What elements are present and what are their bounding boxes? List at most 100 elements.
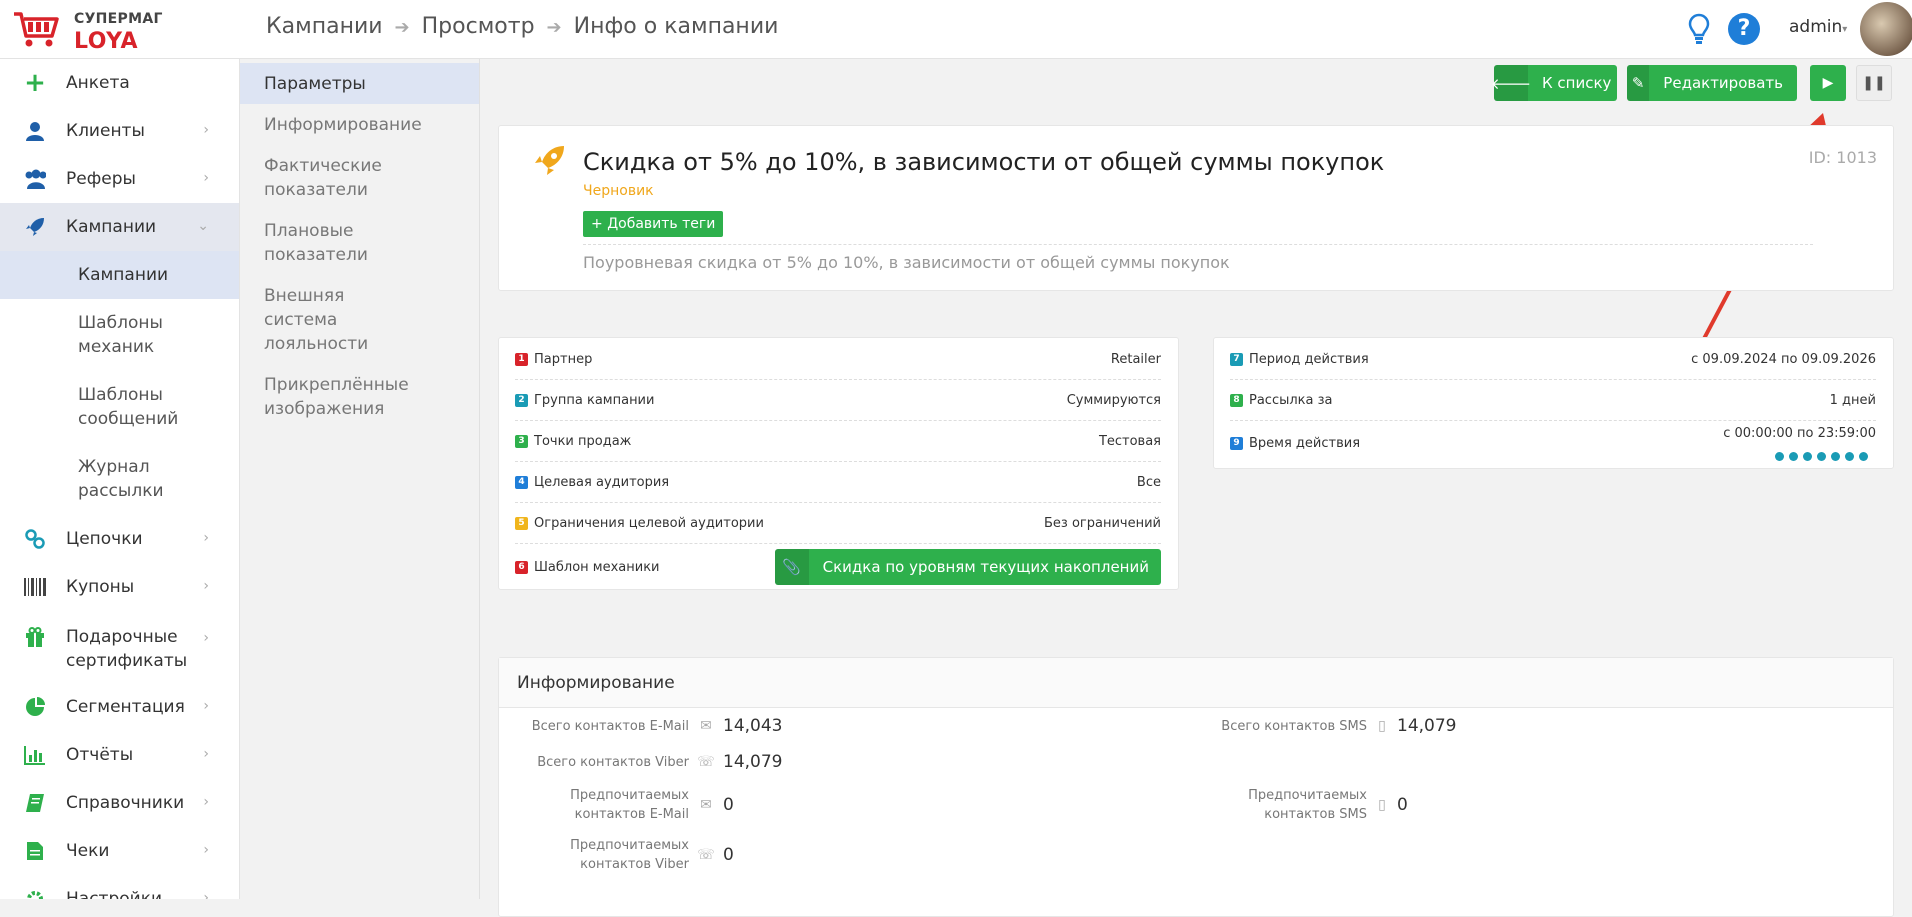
user-name: admin: [1789, 17, 1843, 37]
sidebar-item-label: Сегментация: [66, 697, 185, 717]
envelope-icon: ✉: [700, 718, 712, 734]
number-badge: 4: [515, 475, 528, 489]
contact-row: Предпочитаемых контактов SMS ▯ 0: [1248, 788, 1408, 822]
logo[interactable]: СУПЕРМАГ LOYA: [12, 8, 232, 54]
book-icon: [24, 792, 46, 814]
sidebar-item-coupons[interactable]: Купоны ›: [0, 563, 239, 611]
number-badge: 7: [1230, 352, 1243, 366]
cart-logo-icon: [14, 12, 59, 47]
breadcrumb-item[interactable]: Кампании: [266, 14, 383, 39]
chevron-down-icon: ⌄: [197, 218, 209, 234]
chevron-right-icon: ›: [203, 698, 209, 714]
rocket-icon: [24, 216, 46, 238]
sidebar-item-directories[interactable]: Справочники ›: [0, 779, 239, 827]
chevron-right-icon: ›: [203, 842, 209, 858]
user-menu[interactable]: admin▾: [1789, 17, 1847, 37]
sidebar-item-settings[interactable]: Настройки ›: [0, 875, 239, 899]
contact-row: Всего контактов Viber ☏ 14,079: [537, 752, 783, 772]
barcode-icon: [24, 576, 46, 598]
chevron-right-icon: ›: [203, 890, 209, 899]
number-badge: 5: [515, 516, 528, 530]
paperclip-icon: 📎: [774, 549, 809, 585]
avatar[interactable]: [1860, 2, 1912, 56]
contact-row: Предпочитаемых контактов E-Mail ✉ 0: [570, 788, 734, 822]
caret-down-icon: ▾: [1842, 24, 1848, 35]
chevron-right-icon: ›: [203, 122, 209, 138]
subnav-informing[interactable]: Информирование: [240, 104, 479, 145]
brand-line2: LOYA: [74, 29, 139, 54]
sidebar-item-label: Справочники: [66, 793, 185, 813]
sidebar-item-referrers[interactable]: Реферы ›: [0, 155, 239, 203]
sidebar-item-gift-certificates[interactable]: Подарочные сертификаты ›: [0, 611, 239, 683]
sidebar-subitem-mailing-log[interactable]: Журнал рассылки: [0, 443, 170, 515]
parameters-panel-left: 1 Партнер Retailer 2 Группа кампании Суммиру…: [498, 337, 1179, 590]
subnav-planned-indicators[interactable]: Плановые показатели: [240, 210, 479, 275]
main-content: 🡐 К списку ✎ Редактировать ▶ ❚❚ Скидка от …: [481, 59, 1912, 917]
sidebar-item-label: Купоны: [66, 577, 135, 597]
sidebar-item-chains[interactable]: Цепочки ›: [0, 515, 239, 563]
campaign-subnav: Параметры Информирование Фактические пок…: [240, 59, 480, 899]
sidebar-item-segmentation[interactable]: Сегментация ›: [0, 683, 239, 731]
envelope-icon: ✉: [700, 797, 712, 813]
chevron-right-icon: ›: [203, 630, 209, 646]
mechanic-template-button[interactable]: 📎 Скидка по уровням текущих накоплений: [774, 549, 1161, 585]
arrow-right-icon: ➔: [546, 17, 562, 38]
status-badge: Черновик: [583, 183, 654, 199]
informing-panel: Информирование Всего контактов E-Mail ✉ 14…: [498, 657, 1894, 917]
param-row: 8 Рассылка за 1 дней: [1230, 380, 1876, 421]
subnav-actual-indicators[interactable]: Фактические показатели: [240, 145, 390, 210]
viber-icon: ☏: [697, 847, 715, 863]
sidebar-item-receipts[interactable]: Чеки ›: [0, 827, 239, 875]
number-badge: 1: [515, 352, 528, 366]
sidebar-item-label: Реферы: [66, 169, 136, 189]
number-badge: 9: [1230, 436, 1243, 450]
breadcrumb: Кампании ➔ Просмотр ➔ Инфо о кампании: [266, 14, 778, 39]
gear-icon: [24, 888, 46, 899]
sidebar-item-clients[interactable]: Клиенты ›: [0, 107, 239, 155]
sidebar-subitem-campaigns[interactable]: Кампании: [0, 251, 239, 299]
edit-button[interactable]: ✎ Редактировать: [1627, 65, 1797, 101]
breadcrumb-item[interactable]: Просмотр: [422, 14, 535, 39]
contact-row: Всего контактов SMS ▯ 14,079: [1221, 716, 1457, 736]
sidebar-subitem-message-templates[interactable]: Шаблоны сообщений: [0, 371, 190, 443]
chevron-right-icon: ›: [203, 578, 209, 594]
sidebar-subitem-mechanic-templates[interactable]: Шаблоны механик: [0, 299, 190, 371]
receipt-icon: [24, 840, 46, 862]
campaign-header-panel: Скидка от 5% до 10%, в зависимости от об…: [498, 125, 1894, 291]
play-icon: ▶: [1822, 75, 1834, 91]
sidebar-item-label: Клиенты: [66, 121, 145, 141]
number-badge: 8: [1230, 393, 1243, 407]
param-row: 7 Период действия с 09.09.2024 по 09.09.20…: [1230, 339, 1876, 380]
start-button[interactable]: ▶: [1810, 65, 1846, 101]
number-badge: 2: [515, 393, 528, 407]
lightbulb-icon[interactable]: [1688, 13, 1710, 45]
top-bar: СУПЕРМАГ LOYA Кампании ➔ Просмотр ➔ Инфо о к…: [0, 0, 1912, 59]
pause-button[interactable]: ❚❚: [1856, 65, 1892, 101]
sidebar-item-reports[interactable]: Отчёты ›: [0, 731, 239, 779]
plus-icon: +: [591, 216, 608, 232]
pencil-icon: ✎: [1627, 65, 1650, 101]
param-row: 3 Точки продаж Тестовая: [515, 421, 1161, 462]
chevron-right-icon: ›: [203, 794, 209, 810]
param-row: 4 Целевая аудитория Все: [515, 462, 1161, 503]
sidebar-item-label: Анкета: [66, 73, 130, 93]
link-icon: [24, 528, 46, 550]
campaign-title: Скидка от 5% до 10%, в зависимости от об…: [583, 148, 1385, 176]
chevron-right-icon: ›: [203, 746, 209, 762]
sidebar-item-label: Подарочные сертификаты: [66, 627, 188, 671]
param-row: 1 Партнер Retailer: [515, 339, 1161, 380]
help-icon[interactable]: ?: [1728, 13, 1760, 45]
viber-icon: ☏: [697, 754, 715, 770]
back-to-list-button[interactable]: 🡐 К списку: [1491, 65, 1617, 101]
subnav-external-loyalty[interactable]: Внешняя система лояльности: [240, 275, 420, 364]
sidebar-item-anketa[interactable]: + Анкета: [0, 59, 239, 107]
subnav-parameters[interactable]: Параметры: [240, 63, 479, 104]
sidebar-item-campaigns[interactable]: Кампании ⌄: [0, 203, 239, 251]
subnav-attached-images[interactable]: Прикреплённые изображения: [240, 364, 409, 429]
sidebar-item-label: Кампании: [66, 217, 157, 237]
arrow-right-icon: ➔: [394, 17, 410, 38]
param-row: 6 Шаблон механики 📎 Скидка по уровням теку…: [515, 544, 1161, 590]
sidebar: + Анкета Клиенты › Реферы › Кампании ⌄ К…: [0, 59, 240, 899]
users-icon: [24, 168, 46, 190]
add-tags-button[interactable]: + Добавить теги: [583, 211, 724, 237]
